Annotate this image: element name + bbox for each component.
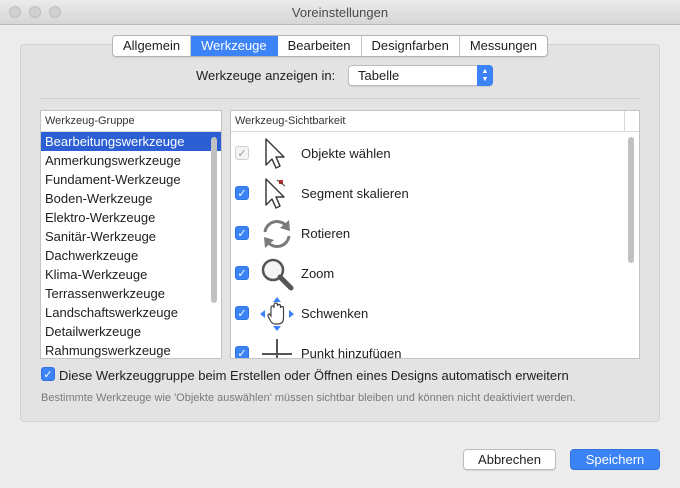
info-note: Bestimmte Werkzeuge wie 'Objekte auswähl… (41, 392, 576, 404)
tool-label: Schwenken (301, 306, 369, 321)
tool-visibility-scrollbar[interactable] (628, 137, 634, 263)
tool-checkbox-objekte-waehlen: ✓ (235, 146, 249, 160)
rotate-icon (263, 220, 291, 248)
select-stepper-icon: ▲ ▼ (477, 65, 493, 86)
tool-checkbox-schwenken[interactable]: ✓ (235, 306, 249, 320)
tool-group-header: Werkzeug-Gruppe (41, 111, 221, 132)
tool-group-item[interactable]: Anmerkungswerkzeuge (41, 151, 221, 170)
arrow-cursor-icon (265, 138, 285, 169)
auto-expand-checkbox[interactable]: ✓ (41, 367, 55, 381)
show-in-label: Werkzeuge anzeigen in: (196, 68, 336, 83)
tool-checkbox-zoom[interactable]: ✓ (235, 266, 249, 280)
tool-group-item[interactable]: Sanitär-Werkzeuge (41, 227, 221, 246)
tool-group-item[interactable]: Landschaftswerkzeuge (41, 303, 221, 322)
show-in-select[interactable]: Tabelle ▲ ▼ (348, 65, 493, 86)
tool-group-item[interactable]: Rahmungswerkzeuge (41, 341, 221, 358)
tool-group-item[interactable]: Bearbeitungswerkzeuge (41, 132, 221, 151)
tab-messungen[interactable]: Messungen (460, 36, 547, 56)
tool-label: Zoom (301, 266, 335, 281)
show-in-value: Tabelle (358, 68, 400, 83)
tab-designfarben[interactable]: Designfarben (362, 36, 460, 56)
tool-group-item[interactable]: Klima-Werkzeuge (41, 265, 221, 284)
tool-group-item[interactable]: Terrassenwerkzeuge (41, 284, 221, 303)
tool-checkbox-punkt-hinzufuegen[interactable]: ✓ (235, 346, 249, 358)
divider (40, 98, 640, 99)
add-point-icon (262, 339, 292, 358)
magnifier-icon (261, 258, 294, 291)
auto-expand-label: Diese Werkzeuggruppe beim Erstellen oder… (59, 368, 569, 383)
tool-visibility-header: Werkzeug-Sichtbarkeit (231, 111, 639, 132)
tool-group-items: Bearbeitungswerkzeuge Anmerkungswerkzeuge… (41, 132, 221, 358)
tab-werkzeuge[interactable]: Werkzeuge (191, 36, 278, 56)
tool-group-item[interactable]: Elektro-Werkzeuge (41, 208, 221, 227)
tool-visibility-list[interactable]: Werkzeug-Sichtbarkeit ✓ Objekte wählen ✓… (230, 110, 640, 359)
tab-bar: Allgemein Werkzeuge Bearbeiten Designfar… (112, 35, 549, 57)
tool-row: ✓ Objekte wählen (231, 133, 621, 173)
tab-bearbeiten[interactable]: Bearbeiten (278, 36, 362, 56)
tab-allgemein[interactable]: Allgemein (113, 36, 192, 56)
title-bar: Voreinstellungen (0, 0, 680, 25)
window-title: Voreinstellungen (291, 5, 389, 20)
tool-group-item[interactable]: Dachwerkzeuge (41, 246, 221, 265)
tool-group-item[interactable]: Boden-Werkzeuge (41, 189, 221, 208)
tool-row: ✓ Zoom (231, 253, 621, 293)
tool-checkbox-rotieren[interactable]: ✓ (235, 226, 249, 240)
tool-row: ✓ Segment skalieren (231, 173, 621, 213)
tool-group-item[interactable]: Fundament-Werkzeuge (41, 170, 221, 189)
tool-group-scrollbar[interactable] (211, 137, 217, 303)
scale-segment-icon (265, 178, 286, 209)
tool-row: ✓ Punkt hinzufügen (231, 333, 621, 359)
cancel-button[interactable]: Abbrechen (463, 449, 556, 470)
tool-group-item[interactable]: Detailwerkzeuge (41, 322, 221, 341)
save-button[interactable]: Speichern (570, 449, 660, 470)
tool-label: Segment skalieren (301, 186, 409, 201)
tool-group-list[interactable]: Werkzeug-Gruppe Bearbeitungswerkzeuge Anm… (40, 110, 222, 359)
tool-row: ✓ Schwenken (231, 293, 621, 333)
column-divider (624, 111, 625, 131)
tool-label: Punkt hinzufügen (301, 346, 402, 359)
tool-checkbox-segment-skalieren[interactable]: ✓ (235, 186, 249, 200)
pan-hand-icon (260, 297, 294, 331)
tool-row: ✓ Rotieren (231, 213, 621, 253)
tool-label: Objekte wählen (301, 146, 391, 161)
tool-label: Rotieren (301, 226, 351, 241)
